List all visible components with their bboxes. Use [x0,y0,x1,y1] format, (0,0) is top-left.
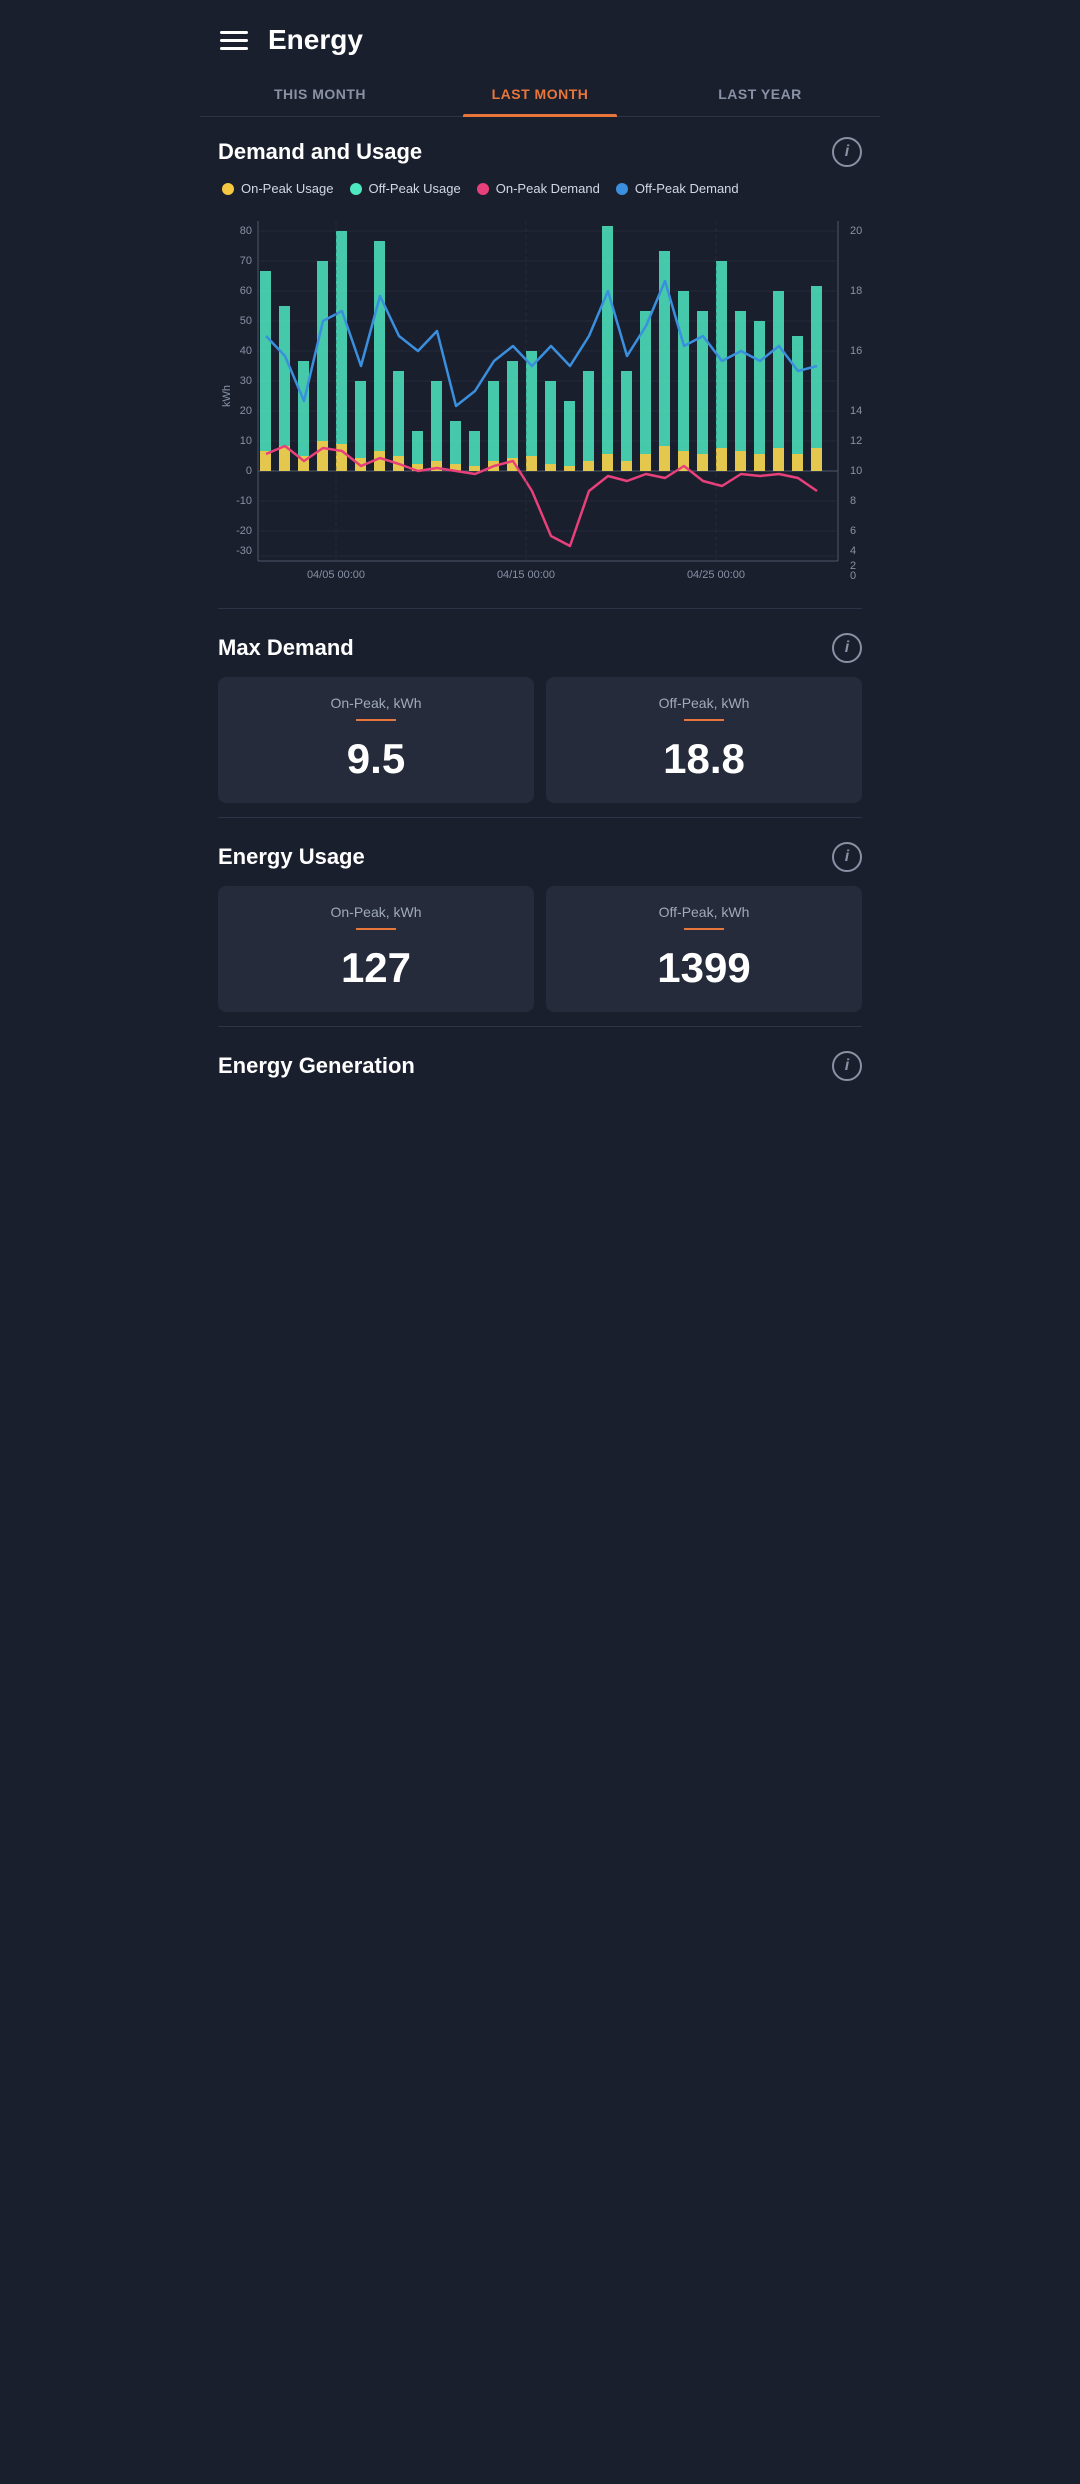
svg-text:70: 70 [240,255,252,267]
demand-usage-section: Demand and Usage i On-Peak Usage Off-Pea… [200,117,880,604]
divider-1 [218,608,862,609]
svg-text:04/15 00:00: 04/15 00:00 [497,569,555,581]
max-demand-grid: On-Peak, kWh 9.5 Off-Peak, kWh 18.8 [218,677,862,803]
energy-on-peak-divider [356,928,396,930]
max-demand-on-peak-value: 9.5 [347,735,405,783]
energy-usage-grid: On-Peak, kWh 127 Off-Peak, kWh 1399 [218,886,862,1012]
energy-usage-section: Energy Usage i On-Peak, kWh 127 Off-Peak… [200,822,880,1022]
svg-text:14: 14 [850,405,862,417]
energy-generation-header: Energy Generation i [218,1051,862,1081]
legend-on-peak-usage: On-Peak Usage [222,181,334,196]
svg-text:20: 20 [240,405,252,417]
energy-off-peak-divider [684,928,724,930]
energy-usage-on-peak-value: 127 [341,944,411,992]
svg-text:20: 20 [850,225,862,237]
tab-last-month[interactable]: LAST MONTH [430,72,650,116]
max-demand-info-icon[interactable]: i [832,633,862,663]
svg-text:30: 30 [240,375,252,387]
energy-generation-info-icon[interactable]: i [832,1051,862,1081]
energy-usage-info-icon[interactable]: i [832,842,862,872]
svg-text:50: 50 [240,315,252,327]
energy-usage-off-peak-card: Off-Peak, kWh 1399 [546,886,862,1012]
legend-off-peak-usage: Off-Peak Usage [350,181,461,196]
svg-text:-30: -30 [236,545,252,557]
chart-legend: On-Peak Usage Off-Peak Usage On-Peak Dem… [218,181,862,196]
svg-text:10: 10 [240,435,252,447]
off-peak-usage-dot [350,183,362,195]
max-demand-on-peak-card: On-Peak, kWh 9.5 [218,677,534,803]
svg-text:10: 10 [850,465,862,477]
energy-usage-header: Energy Usage i [218,842,862,872]
svg-text:04/05 00:00: 04/05 00:00 [307,569,365,581]
page-title: Energy [268,24,363,56]
max-demand-section: Max Demand i On-Peak, kWh 9.5 Off-Peak, … [200,613,880,813]
on-peak-divider [356,719,396,721]
on-peak-usage-dot [222,183,234,195]
tab-last-year[interactable]: LAST YEAR [650,72,870,116]
chart-svg: 80 70 60 50 40 30 20 10 0 -10 -20 -30 kW… [218,206,862,586]
legend-off-peak-demand: Off-Peak Demand [616,181,739,196]
max-demand-off-peak-label: Off-Peak, kWh [659,695,750,711]
off-peak-demand-dot [616,183,628,195]
svg-text:-20: -20 [236,525,252,537]
svg-text:0: 0 [850,570,856,582]
legend-on-peak-demand: On-Peak Demand [477,181,600,196]
svg-text:60: 60 [240,285,252,297]
tabs-bar: THIS MONTH LAST MONTH LAST YEAR [200,72,880,117]
energy-usage-off-peak-label: Off-Peak, kWh [659,904,750,920]
divider-2 [218,817,862,818]
demand-usage-title: Demand and Usage [218,139,422,165]
energy-generation-title: Energy Generation [218,1053,415,1079]
on-peak-demand-dot [477,183,489,195]
max-demand-on-peak-label: On-Peak, kWh [330,695,421,711]
energy-usage-off-peak-value: 1399 [657,944,750,992]
demand-usage-chart: 80 70 60 50 40 30 20 10 0 -10 -20 -30 kW… [218,206,862,586]
energy-usage-on-peak-label: On-Peak, kWh [330,904,421,920]
svg-text:04/25 00:00: 04/25 00:00 [687,569,745,581]
svg-text:8: 8 [850,495,856,507]
svg-text:4: 4 [850,545,856,557]
svg-text:16: 16 [850,345,862,357]
svg-text:6: 6 [850,525,856,537]
svg-text:-10: -10 [236,495,252,507]
energy-usage-on-peak-card: On-Peak, kWh 127 [218,886,534,1012]
svg-text:80: 80 [240,225,252,237]
svg-text:40: 40 [240,345,252,357]
demand-usage-info-icon[interactable]: i [832,137,862,167]
off-peak-divider [684,719,724,721]
svg-text:12: 12 [850,435,862,447]
hamburger-menu[interactable] [220,31,248,50]
energy-usage-title: Energy Usage [218,844,365,870]
demand-usage-header: Demand and Usage i [218,137,862,167]
svg-text:kWh: kWh [221,385,233,407]
max-demand-title: Max Demand [218,635,354,661]
header: Energy [200,0,880,72]
max-demand-header: Max Demand i [218,633,862,663]
svg-text:0: 0 [246,465,252,477]
tab-this-month[interactable]: THIS MONTH [210,72,430,116]
svg-text:18: 18 [850,285,862,297]
max-demand-off-peak-card: Off-Peak, kWh 18.8 [546,677,862,803]
energy-generation-section: Energy Generation i [200,1031,880,1105]
max-demand-off-peak-value: 18.8 [663,735,745,783]
divider-3 [218,1026,862,1027]
